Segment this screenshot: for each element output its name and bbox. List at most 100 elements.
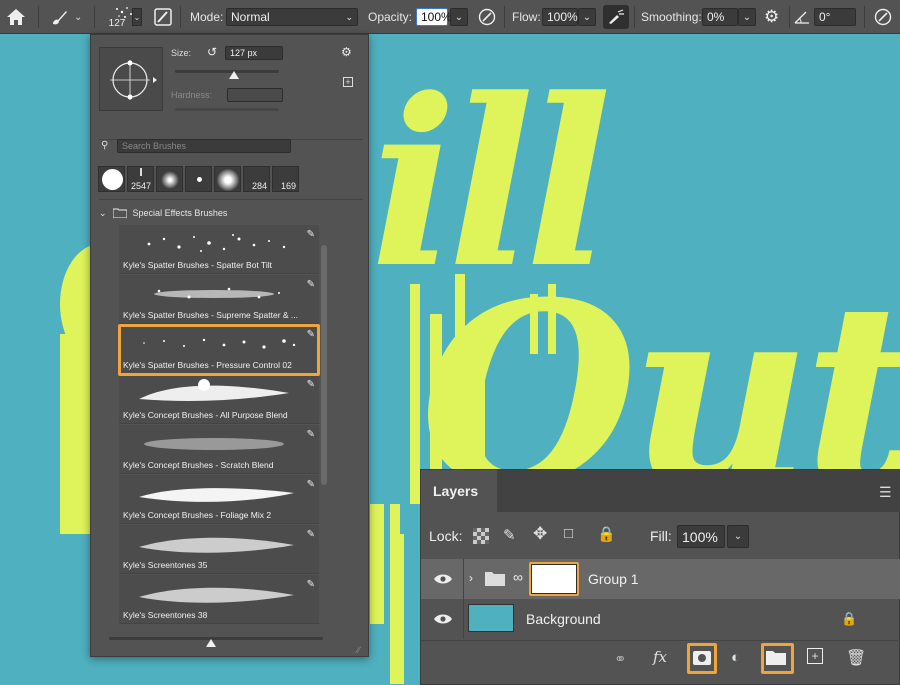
background-thumbnail[interactable] (468, 604, 514, 632)
preset-number: 284 (251, 181, 267, 191)
preset-small-dot[interactable] (185, 166, 212, 192)
brush-item[interactable]: ✎ Kyle's Concept Brushes - Foliage Mix 2 (119, 475, 319, 524)
brush-type-icon: ✎ (306, 529, 315, 540)
preset-number: 2547 (130, 181, 151, 191)
brush-item[interactable]: ✎ Kyle's Spatter Brushes - Supreme Spatt… (119, 275, 319, 324)
preset-soft-round-1[interactable] (156, 166, 183, 192)
fill-label: Fill: (650, 528, 672, 544)
opacity-input[interactable]: 100% (416, 8, 452, 26)
brush-picker-chevron-icon[interactable]: ⌄ (132, 0, 142, 34)
pressure-opacity-icon[interactable] (478, 0, 498, 34)
home-icon[interactable] (6, 0, 28, 34)
brush-item[interactable]: ✎ Kyle's Screentones 35 (119, 525, 319, 574)
group-mask-thumbnail[interactable] (531, 564, 577, 594)
new-group-folder-icon[interactable] (766, 650, 786, 665)
gear-icon[interactable]: ⚙ (764, 0, 784, 34)
lock-transparent-pixels-icon[interactable] (473, 528, 489, 544)
lock-artboard-icon[interactable]: □ (564, 525, 573, 542)
size-slider[interactable] (175, 70, 279, 73)
angle-icon (794, 0, 812, 34)
brush-settings-panel-icon[interactable] (154, 0, 174, 34)
flow-value: 100% (547, 10, 578, 24)
folder-icon (485, 572, 505, 586)
folder-label: Special Effects Brushes (132, 208, 228, 218)
airbrush-icon[interactable] (603, 5, 629, 29)
hardness-input (227, 88, 283, 102)
search-icon: ⚲ (101, 140, 109, 151)
brush-name: Kyle's Screentones 38 (123, 610, 208, 620)
fill-dropdown-icon[interactable]: ⌄ (727, 525, 749, 548)
trash-icon[interactable]: 🗑 (846, 648, 866, 668)
size-input[interactable]: 127 px (225, 46, 283, 60)
expand-group-chevron-icon[interactable]: › (469, 571, 473, 585)
flow-dropdown-icon[interactable]: ⌄ (578, 8, 596, 26)
brush-list: ✎ Kyle's Spatter Brushes - Spatter Bot T… (119, 225, 319, 625)
brush-list-scrollbar[interactable] (321, 245, 327, 485)
tab-layers[interactable]: Layers (421, 470, 497, 512)
chevron-down-icon: ⌄ (99, 207, 107, 218)
preset-2547[interactable]: 2547 (127, 166, 154, 192)
brush-type-icon: ✎ (306, 379, 315, 390)
layers-panel: Layers ☰ Lock: ✎ ✥ □ 🔒 Fill: 100% ⌄ › ∞ … (420, 469, 900, 685)
layer-row-background[interactable]: Background 🔒 (421, 599, 900, 639)
brush-item[interactable]: ✎ Kyle's Concept Brushes - All Purpose B… (119, 375, 319, 424)
smoothing-label: Smoothing: (641, 10, 702, 24)
adjustment-layer-icon[interactable]: ◐ (731, 649, 740, 666)
brush-item[interactable]: ✎ Kyle's Screentones 38 (119, 575, 319, 624)
add-mask-icon[interactable] (691, 647, 713, 669)
fill-value: 100% (682, 528, 718, 545)
brush-preset-panel: Size: ↺ 127 px ⚙ + Hardness: ⚲ Search Br… (90, 34, 369, 657)
layer-style-fx-icon[interactable]: fx (653, 648, 667, 666)
resize-grip-icon[interactable]: ∕∕ (357, 645, 360, 655)
brush-type-icon: ✎ (306, 279, 315, 290)
brush-item[interactable]: ✎ Kyle's Spatter Brushes - Spatter Bot T… (119, 225, 319, 274)
link-icon[interactable]: ∞ (513, 569, 523, 585)
panel-menu-icon[interactable]: ☰ (879, 484, 892, 501)
new-layer-icon[interactable]: + (807, 648, 823, 664)
thumbnail-size-slider[interactable] (109, 637, 323, 640)
folder-icon (112, 208, 127, 218)
flow-label: Flow: (512, 10, 541, 24)
blend-stroke-preview (139, 379, 289, 401)
recent-brushes-row: 2547 284 169 (98, 166, 299, 192)
preset-soft-round-2[interactable] (214, 166, 241, 192)
opacity-dropdown-icon[interactable]: ⌄ (450, 8, 468, 26)
angle-value: 0° (819, 10, 831, 24)
tool-preset-dropdown-icon[interactable]: ⌄ (74, 0, 86, 34)
brush-type-icon: ✎ (306, 579, 315, 590)
flow-input[interactable]: 100% (542, 8, 578, 26)
smoothing-value: 0% (707, 10, 725, 24)
options-bar: ⌄ 127 ⌄ Mode: Normal ⌄ Opacity: 100% ⌄ F… (0, 0, 900, 34)
layer-row-group[interactable]: › ∞ Group 1 (421, 559, 900, 599)
brush-item[interactable]: ✎ Kyle's Concept Brushes - Scratch Blend (119, 425, 319, 474)
preset-hard-round[interactable] (98, 166, 125, 192)
foliage-stroke-preview (139, 488, 294, 502)
link-layers-icon[interactable]: ⚭ (614, 650, 627, 668)
mode-select[interactable]: Normal ⌄ (226, 8, 358, 26)
new-preset-icon[interactable]: + (343, 77, 353, 87)
brush-folder-special-effects[interactable]: ⌄ Special Effects Brushes (99, 203, 329, 223)
thumbnail-size-thumb[interactable] (206, 639, 216, 647)
lock-image-pixels-icon[interactable]: ✎ (503, 526, 516, 544)
smoothing-input[interactable]: 0% (702, 8, 738, 26)
size-value: 127 px (230, 48, 258, 58)
preset-284[interactable]: 284 (243, 166, 270, 192)
pressure-size-icon[interactable] (874, 0, 894, 34)
preset-169[interactable]: 169 (272, 166, 299, 192)
smoothing-dropdown-icon[interactable]: ⌄ (738, 8, 756, 26)
search-brushes-input[interactable]: Search Brushes (117, 139, 291, 153)
hardness-slider (175, 108, 279, 111)
brush-tool-icon[interactable] (50, 0, 72, 34)
screentone-stroke-preview (139, 537, 294, 553)
panel-settings-gear-icon[interactable]: ⚙ (341, 45, 352, 59)
brush-angle-preview[interactable] (99, 47, 163, 111)
size-slider-thumb[interactable] (229, 71, 239, 79)
lock-position-icon[interactable]: ✥ (533, 524, 547, 544)
brush-name: Kyle's Concept Brushes - Scratch Blend (123, 460, 274, 470)
eye-icon[interactable] (433, 573, 453, 585)
lock-all-icon[interactable]: 🔒 (597, 525, 616, 543)
fill-input[interactable]: 100% (677, 525, 725, 548)
eye-icon[interactable] (433, 613, 453, 625)
angle-input[interactable]: 0° (814, 8, 856, 26)
reset-size-icon[interactable]: ↺ (207, 45, 217, 59)
